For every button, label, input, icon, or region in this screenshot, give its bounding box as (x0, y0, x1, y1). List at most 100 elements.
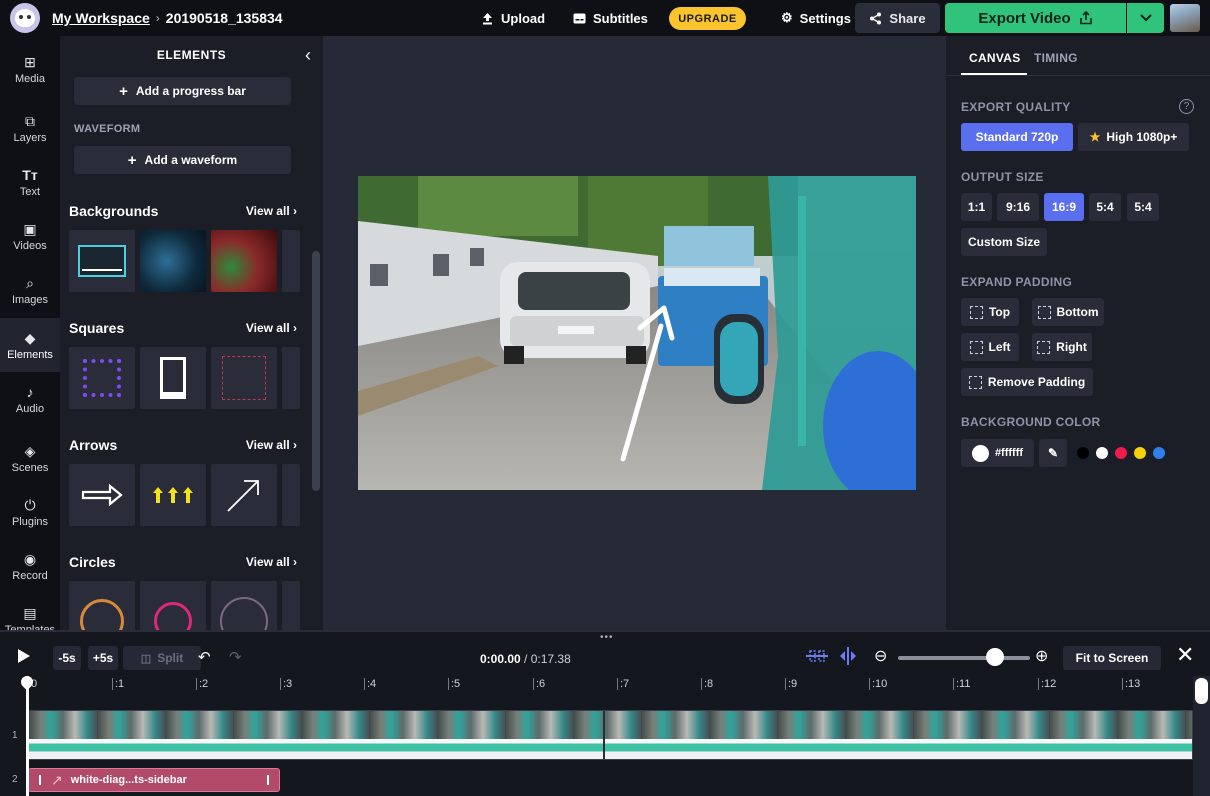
arrow-thumb[interactable] (140, 464, 206, 526)
rail-item-record[interactable]: ◉ Record (0, 539, 60, 593)
rail-item-media[interactable]: ⊞ Media (0, 42, 60, 96)
video-track-clip[interactable] (28, 710, 1193, 760)
size-9-16-button[interactable]: 9:16 (997, 193, 1039, 221)
size-1-1-button[interactable]: 1:1 (961, 193, 992, 221)
view-all-link[interactable]: View all › (246, 321, 297, 335)
padding-left-label: Left (988, 340, 1011, 354)
quality-standard-button[interactable]: Standard 720p (961, 123, 1073, 151)
ruler-tick (785, 678, 786, 690)
user-avatar[interactable] (1170, 4, 1200, 32)
quality-high-button[interactable]: ★ High 1080p+ (1078, 123, 1189, 151)
timeline-scrollbar-thumb[interactable] (1195, 678, 1208, 704)
add-progress-bar-label: Add a progress bar (135, 84, 246, 98)
snap-icon[interactable] (805, 646, 829, 666)
subtitles-button[interactable]: Subtitles (573, 0, 648, 36)
padding-left-button[interactable]: Left (961, 333, 1019, 361)
padding-top-button[interactable]: Top (961, 298, 1019, 326)
audio-waveform (29, 739, 1192, 759)
remove-padding-button[interactable]: Remove Padding (961, 368, 1093, 396)
close-timeline-icon[interactable]: ✕ (1176, 642, 1194, 668)
arrow-thumb[interactable] (211, 464, 277, 526)
play-button[interactable] (18, 649, 30, 663)
project-name[interactable]: 20190518_135834 (166, 10, 283, 26)
square-thumb[interactable] (211, 347, 277, 409)
swatch-white[interactable] (1096, 447, 1108, 459)
size-16-9-button[interactable]: 16:9 (1044, 193, 1084, 221)
padding-right-label: Right (1056, 340, 1087, 354)
square-thumb[interactable] (69, 347, 135, 409)
skip-back-5s-button[interactable]: -5s (53, 646, 81, 670)
element-track-clip[interactable]: ↗ white-diag...ts-sidebar (28, 768, 280, 792)
circle-thumb[interactable] (69, 581, 135, 630)
zoom-slider-handle[interactable] (986, 648, 1004, 666)
rail-item-elements[interactable]: ◆ Elements (0, 318, 60, 372)
collapse-panel-icon[interactable]: ‹ (305, 45, 311, 66)
zoom-in-icon[interactable]: ⊕ (1035, 646, 1048, 666)
elements-panel: ELEMENTS ‹ + Add a progress bar WAVEFORM… (60, 36, 323, 630)
panel-scrollbar[interactable] (312, 251, 320, 491)
rail-item-plugins[interactable]: ⏻ Plugins (0, 485, 60, 539)
settings-button[interactable]: ⚙ Settings (781, 0, 851, 36)
rail-item-videos[interactable]: ▣ Videos (0, 209, 60, 263)
size-5-4-button[interactable]: 5:4 (1089, 193, 1121, 221)
rail-item-text[interactable]: Tт Text (0, 155, 60, 209)
padding-bottom-button[interactable]: Bottom (1032, 298, 1104, 326)
size-5-4-alt-button[interactable]: 5:4 (1127, 193, 1159, 221)
arrow-thumb[interactable] (282, 464, 300, 526)
background-thumb[interactable] (140, 230, 206, 292)
upgrade-button[interactable]: UPGRADE (669, 7, 746, 30)
square-thumb[interactable] (282, 347, 300, 409)
rail-item-scenes[interactable]: ◈ Scenes (0, 431, 60, 485)
app-logo[interactable] (10, 3, 40, 33)
export-dropdown-button[interactable] (1127, 3, 1164, 33)
help-icon[interactable]: ? (1179, 99, 1194, 114)
workspace-link[interactable]: My Workspace (52, 10, 150, 26)
swatch-red[interactable] (1115, 447, 1127, 459)
circle-thumb[interactable] (140, 581, 206, 630)
clip-trim-handle-right[interactable] (267, 775, 269, 785)
share-button[interactable]: Share (855, 3, 940, 33)
undo-icon[interactable]: ↶ (198, 648, 211, 666)
swatch-blue[interactable] (1153, 447, 1165, 459)
tab-canvas[interactable]: CANVAS (969, 51, 1021, 65)
export-video-button[interactable]: Export Video (945, 3, 1126, 33)
background-thumb[interactable] (282, 230, 300, 292)
video-preview[interactable] (358, 176, 916, 490)
square-thumb[interactable] (140, 347, 206, 409)
add-progress-bar-button[interactable]: + Add a progress bar (74, 77, 291, 105)
ruler-tick (533, 678, 534, 690)
circle-thumb[interactable] (282, 581, 300, 630)
add-waveform-button[interactable]: + Add a waveform (74, 146, 291, 174)
tab-timing[interactable]: TIMING (1034, 51, 1078, 65)
custom-size-button[interactable]: Custom Size (961, 228, 1047, 256)
background-thumb[interactable] (69, 230, 135, 292)
rail-item-audio[interactable]: ♪ Audio (0, 372, 60, 426)
zoom-out-icon[interactable]: ⊖ (874, 646, 887, 666)
swatch-yellow[interactable] (1134, 447, 1146, 459)
background-thumb[interactable] (211, 230, 277, 292)
padding-right-button[interactable]: Right (1032, 333, 1092, 361)
rail-item-images[interactable]: ⌕ Images (0, 263, 60, 317)
track-number: 1 (12, 730, 18, 741)
zoom-slider-track[interactable] (898, 656, 1030, 660)
fit-to-screen-button[interactable]: Fit to Screen (1063, 646, 1161, 670)
arrow-thumb[interactable] (69, 464, 135, 526)
clip-trim-handle-left[interactable] (39, 775, 41, 785)
circle-thumb[interactable] (211, 581, 277, 630)
view-all-link[interactable]: View all › (246, 438, 297, 452)
skip-forward-5s-button[interactable]: +5s (88, 646, 118, 670)
eyedropper-button[interactable]: ✎ (1039, 439, 1067, 467)
redo-icon[interactable]: ↷ (229, 648, 242, 666)
view-all-link[interactable]: View all › (246, 555, 297, 569)
ruler-tick (112, 678, 113, 690)
time-ruler[interactable]: 0 :1 :2 :3 :4 :5 :6 :7 :8 :9 :10 :11 :12… (28, 676, 1193, 694)
ruler-tick (364, 678, 365, 690)
magnet-split-icon[interactable] (838, 646, 858, 666)
view-all-link[interactable]: View all › (246, 204, 297, 218)
playhead[interactable] (26, 676, 29, 796)
upload-button[interactable]: Upload (481, 0, 545, 36)
bg-color-input[interactable]: #ffffff (961, 439, 1034, 467)
split-button[interactable]: ◫ Split (123, 646, 201, 670)
rail-item-layers[interactable]: ⧉ Layers (0, 101, 60, 155)
swatch-black[interactable] (1077, 447, 1089, 459)
